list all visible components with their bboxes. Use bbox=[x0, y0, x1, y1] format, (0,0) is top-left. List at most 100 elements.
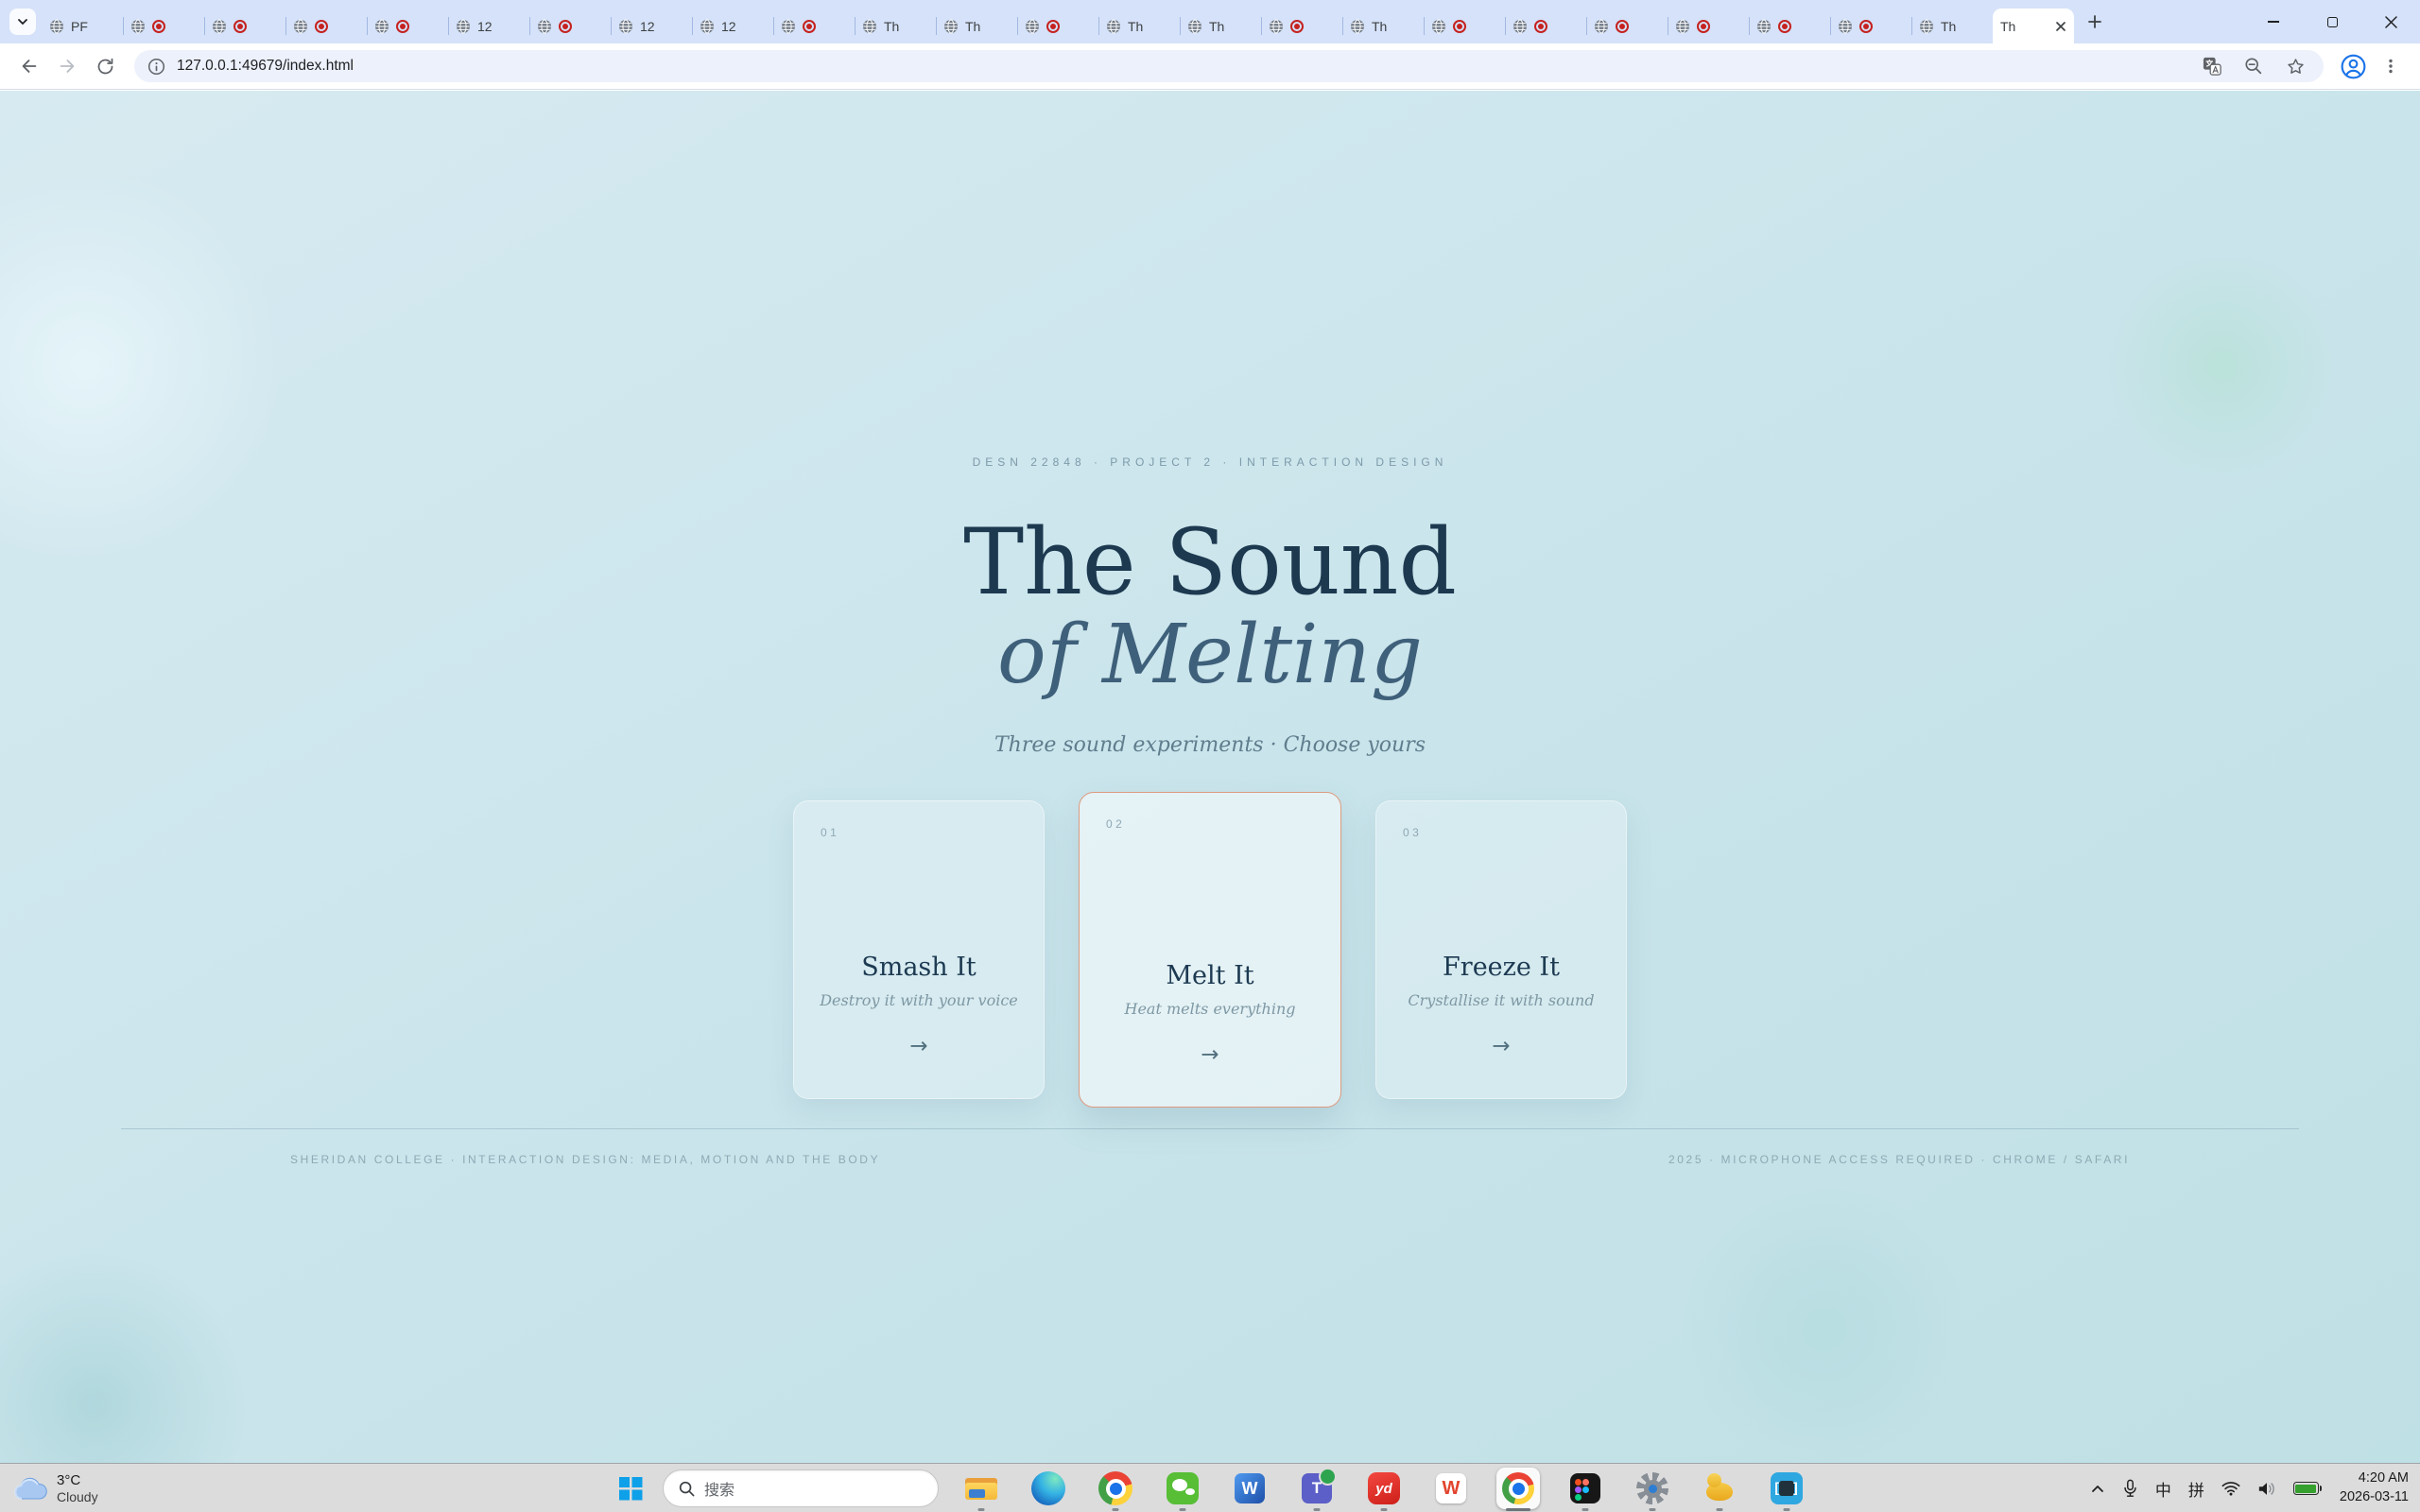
reload-button[interactable] bbox=[89, 50, 121, 82]
volume-icon[interactable] bbox=[2257, 1481, 2276, 1497]
browser-tab[interactable] bbox=[1668, 9, 1749, 43]
app-glyph: yd bbox=[1375, 1481, 1392, 1497]
app-icon: yd bbox=[1366, 1470, 1402, 1506]
taskbar-app[interactable] bbox=[959, 1465, 1003, 1512]
avatar-icon bbox=[2341, 54, 2366, 79]
browser-tab[interactable]: PF bbox=[42, 9, 123, 43]
browser-tab[interactable] bbox=[204, 9, 285, 43]
browser-toolbar: 127.0.0.1:49679/index.html bbox=[0, 43, 2420, 90]
maximize-button[interactable] bbox=[2303, 0, 2361, 43]
app-glyph: [ ] bbox=[1772, 1480, 1801, 1497]
card-title: Freeze It bbox=[1443, 953, 1560, 982]
experiment-card[interactable]: 01 Smash It Destroy it with your voice → bbox=[793, 800, 1045, 1099]
start-button[interactable] bbox=[612, 1469, 649, 1507]
browser-tab[interactable] bbox=[1424, 9, 1505, 43]
browser-tab[interactable]: 12 bbox=[448, 9, 529, 43]
microphone-icon[interactable] bbox=[2122, 1479, 2138, 1498]
address-bar[interactable]: 127.0.0.1:49679/index.html bbox=[134, 50, 2324, 82]
card-title: Melt It bbox=[1166, 961, 1253, 990]
wifi-icon[interactable] bbox=[2221, 1481, 2240, 1496]
bookmark-button[interactable] bbox=[2280, 51, 2310, 81]
taskbar-app[interactable] bbox=[1631, 1465, 1674, 1512]
browser-tab[interactable]: 12 bbox=[611, 9, 692, 43]
browser-tab[interactable] bbox=[285, 9, 367, 43]
running-indicator bbox=[978, 1508, 985, 1512]
translate-button[interactable] bbox=[2197, 51, 2227, 81]
browser-tab[interactable]: Th bbox=[1342, 9, 1424, 43]
taskbar-search[interactable]: 搜索 bbox=[663, 1469, 939, 1507]
forward-button[interactable] bbox=[51, 50, 83, 82]
taskbar-app[interactable]: W bbox=[1228, 1465, 1271, 1512]
globe-favicon-icon bbox=[537, 19, 552, 34]
globe-favicon-icon bbox=[1756, 19, 1772, 34]
recording-indicator-icon bbox=[1778, 20, 1791, 33]
taskbar-app[interactable] bbox=[1094, 1465, 1137, 1512]
browser-tab[interactable] bbox=[1261, 9, 1342, 43]
browser-tab[interactable]: Th bbox=[1098, 9, 1180, 43]
experiment-card[interactable]: 02 Melt It Heat melts everything → bbox=[1079, 792, 1341, 1108]
tab-title: 12 bbox=[477, 19, 493, 34]
browser-tab[interactable] bbox=[1017, 9, 1098, 43]
browser-tab[interactable]: Th bbox=[1180, 9, 1261, 43]
taskbar-weather-widget[interactable]: 3°C Cloudy bbox=[13, 1464, 98, 1512]
tab-close-icon[interactable] bbox=[2055, 21, 2066, 32]
translate-icon bbox=[2203, 57, 2221, 76]
tab-title: Th bbox=[1128, 19, 1143, 34]
browser-tab[interactable]: Th bbox=[936, 9, 1017, 43]
arrow-right-icon[interactable]: → bbox=[1492, 1034, 1510, 1058]
taskbar-app[interactable] bbox=[1564, 1465, 1607, 1512]
maximize-icon bbox=[2327, 17, 2338, 27]
zoom-button[interactable] bbox=[2238, 51, 2269, 81]
profile-button[interactable] bbox=[2337, 50, 2369, 82]
taskbar-app[interactable] bbox=[1027, 1465, 1070, 1512]
ime-language-indicator[interactable]: 中 bbox=[2155, 1477, 2171, 1501]
browser-tab[interactable]: Th bbox=[855, 9, 936, 43]
taskbar-clock[interactable]: 4:20 AM 2026-03-11 bbox=[2340, 1469, 2409, 1506]
window-controls bbox=[2244, 0, 2420, 43]
globe-favicon-icon bbox=[1025, 19, 1040, 34]
weather-condition: Cloudy bbox=[57, 1489, 98, 1505]
browser-tab[interactable] bbox=[1749, 9, 1830, 43]
tab-search-button[interactable] bbox=[9, 9, 36, 35]
card-number: 01 bbox=[821, 826, 839, 839]
browser-tab[interactable] bbox=[1505, 9, 1586, 43]
running-indicator bbox=[1506, 1508, 1530, 1512]
globe-favicon-icon bbox=[1594, 19, 1609, 34]
back-button[interactable] bbox=[13, 50, 45, 82]
taskbar-app[interactable] bbox=[1161, 1465, 1204, 1512]
tab-title: 12 bbox=[721, 19, 736, 34]
taskbar-app[interactable]: W bbox=[1429, 1465, 1473, 1512]
globe-favicon-icon bbox=[212, 19, 227, 34]
browser-tab[interactable] bbox=[123, 9, 204, 43]
app-glyph: W bbox=[1242, 1479, 1258, 1499]
battery-icon[interactable] bbox=[2293, 1482, 2319, 1495]
app-glyph: W bbox=[1443, 1478, 1461, 1500]
browser-tab[interactable]: 12 bbox=[692, 9, 773, 43]
arrow-right-icon[interactable]: → bbox=[1201, 1042, 1219, 1067]
taskbar-app[interactable] bbox=[1698, 1465, 1741, 1512]
forward-icon bbox=[57, 56, 78, 77]
taskbar-app[interactable]: T bbox=[1295, 1465, 1339, 1512]
new-tab-button[interactable] bbox=[2082, 9, 2108, 35]
tray-expand-chevron-icon[interactable] bbox=[2090, 1481, 2105, 1496]
app-icon bbox=[1030, 1470, 1066, 1506]
browser-tab[interactable] bbox=[367, 9, 448, 43]
taskbar-app[interactable]: [ ] bbox=[1765, 1465, 1808, 1512]
taskbar-app[interactable]: yd bbox=[1362, 1465, 1406, 1512]
browser-tab[interactable] bbox=[529, 9, 611, 43]
arrow-right-icon[interactable]: → bbox=[909, 1034, 927, 1058]
browser-tab[interactable] bbox=[1830, 9, 1911, 43]
hero: DESN 22848 · PROJECT 2 · INTERACTION DES… bbox=[0, 455, 2420, 757]
browser-tab[interactable] bbox=[773, 9, 855, 43]
experiment-card[interactable]: 03 Freeze It Crystallise it with sound → bbox=[1375, 800, 1627, 1099]
browser-tab[interactable]: Th bbox=[1993, 9, 2074, 43]
taskbar-app[interactable] bbox=[1496, 1465, 1540, 1512]
close-button[interactable] bbox=[2361, 0, 2420, 43]
site-info-icon[interactable] bbox=[147, 58, 165, 76]
minimize-button[interactable] bbox=[2244, 0, 2303, 43]
ime-mode-indicator[interactable]: 拼 bbox=[2188, 1477, 2204, 1501]
browser-menu-button[interactable] bbox=[2375, 50, 2407, 82]
recording-indicator-icon bbox=[1616, 20, 1629, 33]
browser-tab[interactable] bbox=[1586, 9, 1668, 43]
browser-tab[interactable]: Th bbox=[1911, 9, 1993, 43]
